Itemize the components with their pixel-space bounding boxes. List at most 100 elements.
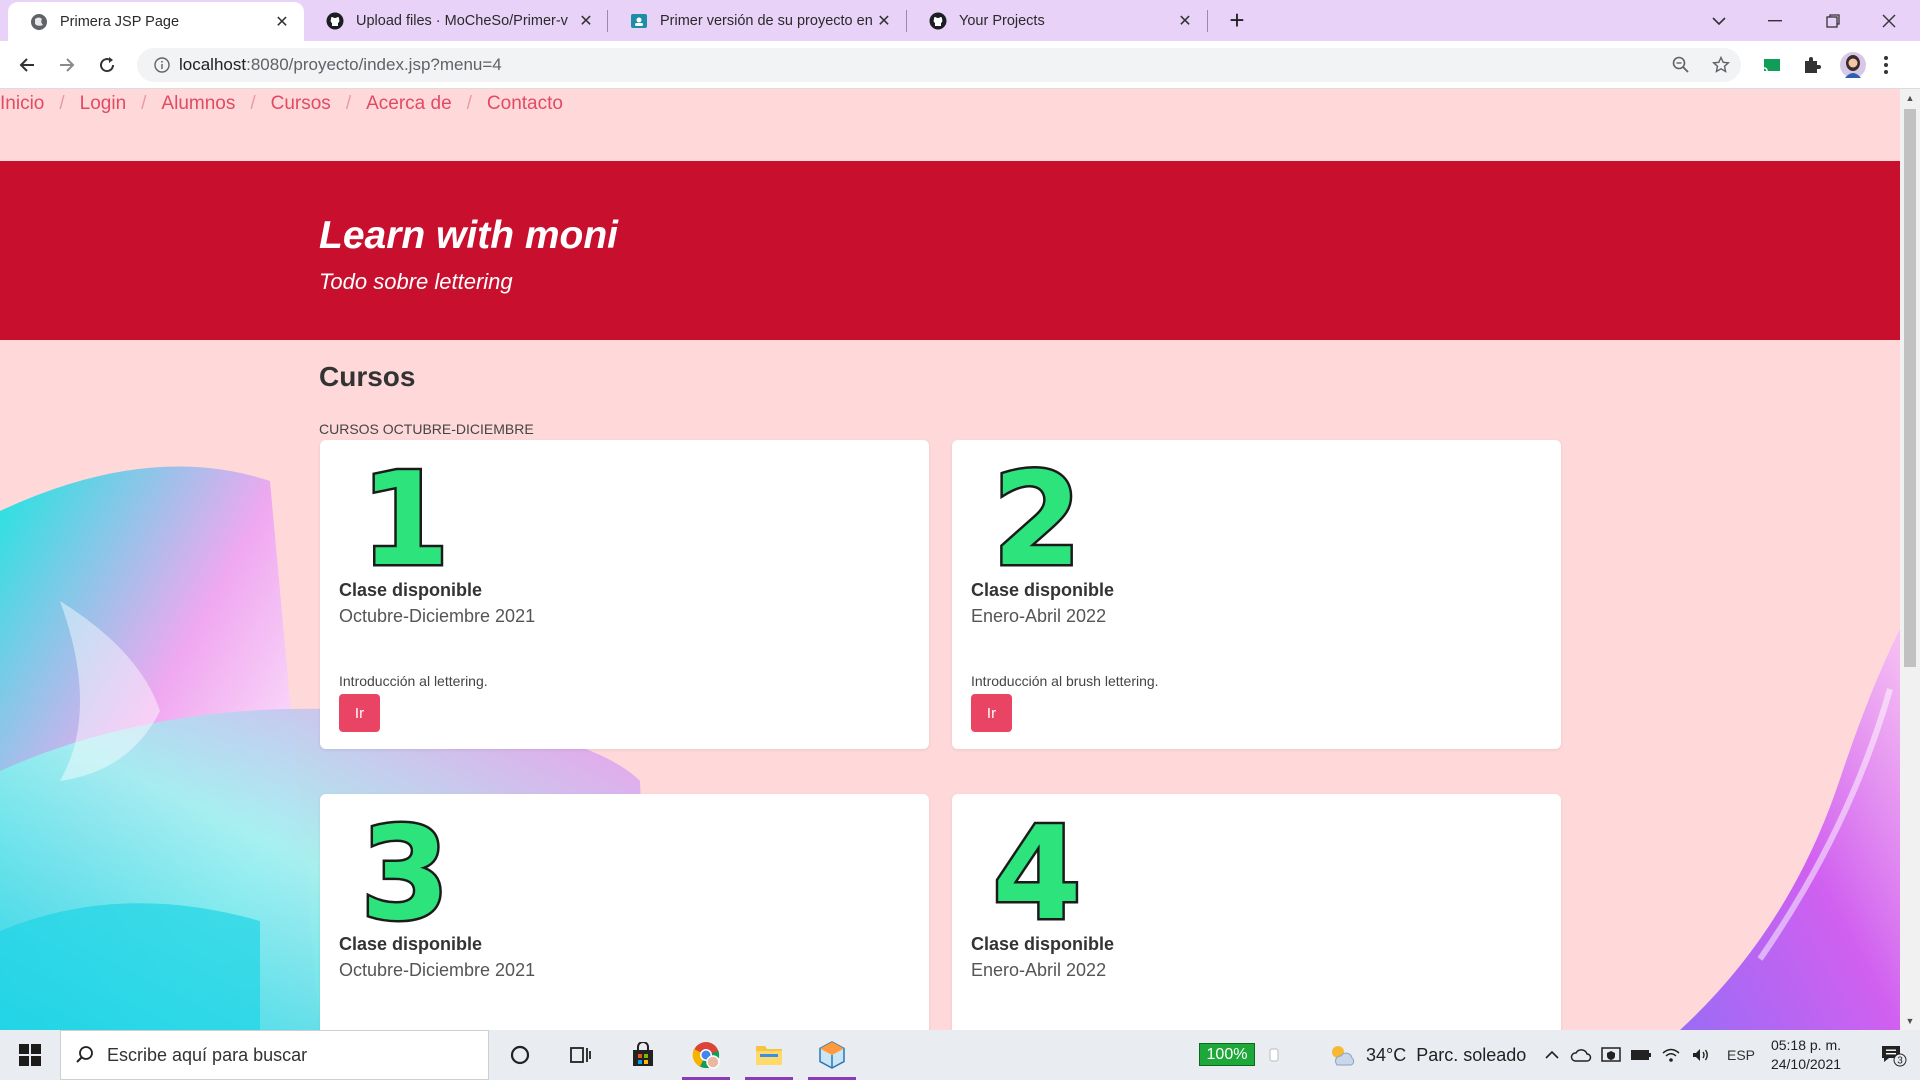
nav-link-alumnos[interactable]: Alumnos [161, 93, 235, 115]
file-explorer-icon[interactable] [741, 1030, 797, 1080]
extensions-puzzle-icon[interactable] [1795, 48, 1829, 82]
card-date: Enero-Abril 2022 [971, 960, 1107, 980]
wifi-icon[interactable] [1658, 1030, 1684, 1080]
url-text: localhost:8080/proyecto/index.jsp?menu=4 [179, 55, 502, 74]
nav-link-cursos[interactable]: Cursos [271, 93, 331, 115]
tab-search-icon[interactable] [1696, 0, 1742, 41]
card-title: Clase disponible [339, 580, 483, 600]
battery-plug-icon [1262, 1030, 1286, 1080]
browser-toolbar: localhost:8080/proyecto/index.jsp?menu=4 [0, 41, 1920, 89]
course-card: 3 Clase disponible Octubre-Diciembre 202… [320, 794, 929, 1030]
search-icon [75, 1045, 95, 1065]
course-card: 2 Clase disponible Enero-Abril 2022 Intr… [952, 440, 1561, 749]
card-title: Clase disponible [971, 580, 1115, 600]
tab-your-projects[interactable]: Your Projects ✕ [907, 0, 1207, 41]
tab-title: Upload files · MoCheSo/Primer-v [356, 12, 568, 29]
breadcrumb-separator: / [250, 93, 256, 114]
tab-primer-version[interactable]: Primer versión de su proyecto en ✕ [608, 0, 906, 41]
restore-button[interactable] [1810, 0, 1856, 41]
system-clock[interactable]: 05:18 p. m. 24/10/2021 [1766, 1036, 1846, 1074]
section-caption: CURSOS OCTUBRE-DICIEMBRE [319, 421, 534, 437]
minimize-button[interactable] [1752, 0, 1798, 41]
tab-title: Primer versión de su proyecto en [660, 12, 873, 29]
partly-sunny-icon [1328, 1043, 1356, 1067]
weather-widget[interactable]: 34°C Parc. soleado [1328, 1030, 1526, 1080]
search-placeholder: Escribe aquí para buscar [107, 1044, 308, 1065]
tab-primera-jsp[interactable]: Primera JSP Page ✕ [8, 2, 304, 41]
scrollbar-thumb[interactable] [1904, 109, 1916, 667]
input-language[interactable]: ESP [1720, 1030, 1762, 1080]
task-view-icon[interactable] [552, 1030, 608, 1080]
cast-extension-icon[interactable] [1755, 48, 1789, 82]
svg-text:3: 3 [360, 812, 449, 924]
tab-title: Your Projects [959, 12, 1045, 29]
bookmark-star-icon[interactable] [1701, 48, 1741, 82]
card-title: Clase disponible [339, 934, 483, 954]
scroll-down-arrow-icon[interactable]: ▼ [1900, 1012, 1920, 1030]
hero-subtitle: Todo sobre lettering [319, 269, 513, 294]
tab-upload-files[interactable]: Upload files · MoCheSo/Primer-v ✕ [304, 0, 608, 41]
onedrive-icon[interactable] [1568, 1030, 1594, 1080]
close-tab-icon[interactable]: ✕ [272, 12, 292, 32]
tab-separator [1207, 10, 1208, 32]
hero-title: Learn with moni [319, 214, 619, 257]
number-three-graphic: 3 [358, 812, 452, 924]
back-button[interactable] [10, 48, 44, 82]
address-bar[interactable]: localhost:8080/proyecto/index.jsp?menu=4 [137, 48, 1741, 82]
profile-avatar[interactable] [1836, 48, 1870, 82]
number-four-graphic: 4 [990, 812, 1084, 924]
page-viewport: Inicio / Login / Alumnos / Cursos / Acer… [0, 89, 1900, 1030]
notifications-icon[interactable]: 3 [1866, 1030, 1920, 1080]
go-button[interactable]: Ir [339, 694, 380, 732]
volume-icon[interactable] [1688, 1030, 1714, 1080]
github-icon [929, 12, 947, 30]
clock-date: 24/10/2021 [1770, 1056, 1842, 1072]
scroll-up-arrow-icon[interactable]: ▲ [1900, 89, 1920, 107]
number-two-graphic: 2 [990, 458, 1084, 570]
svg-text:1: 1 [360, 458, 449, 570]
weather-description: Parc. soleado [1416, 1044, 1527, 1065]
close-tab-icon[interactable]: ✕ [576, 11, 596, 31]
close-window-button[interactable] [1866, 0, 1912, 41]
go-button[interactable]: Ir [971, 694, 1012, 732]
cortana-icon[interactable] [492, 1030, 548, 1080]
forward-button[interactable] [50, 48, 84, 82]
course-card: 1 Clase disponible Octubre-Diciembre 202… [320, 440, 929, 749]
classroom-icon [630, 12, 648, 30]
zoom-icon[interactable] [1661, 48, 1701, 82]
svg-text:3: 3 [1897, 1056, 1903, 1067]
card-date: Octubre-Diciembre 2021 [339, 960, 536, 980]
clock-time: 05:18 p. m. [1770, 1037, 1842, 1053]
vertical-scrollbar[interactable]: ▲ ▼ [1900, 89, 1920, 1030]
reload-button[interactable] [90, 48, 124, 82]
taskbar-search-box[interactable]: Escribe aquí para buscar [60, 1030, 489, 1080]
tab-title: Primera JSP Page [60, 13, 180, 30]
chrome-taskbar-icon[interactable] [678, 1030, 734, 1080]
breadcrumb-separator: / [345, 93, 352, 114]
close-tab-icon[interactable]: ✕ [874, 11, 894, 31]
site-info-icon[interactable] [145, 57, 179, 73]
svg-text:4: 4 [992, 812, 1081, 924]
breadcrumb-separator: / [466, 93, 472, 114]
close-tab-icon[interactable]: ✕ [1175, 11, 1195, 31]
netbeans-icon[interactable] [804, 1030, 860, 1080]
windows-start-button[interactable] [0, 1030, 60, 1080]
show-hidden-icons-chevron-icon[interactable] [1540, 1030, 1564, 1080]
security-icon[interactable] [1598, 1030, 1624, 1080]
nav-link-acerca-de[interactable]: Acerca de [366, 93, 452, 115]
section-title: Cursos [319, 361, 416, 392]
weather-temperature: 34°C [1366, 1044, 1407, 1065]
nav-link-login[interactable]: Login [80, 93, 127, 115]
svg-text:2: 2 [992, 458, 1081, 570]
new-tab-button[interactable]: + [1222, 5, 1252, 35]
chrome-menu-icon[interactable] [1876, 48, 1896, 82]
tab-strip: Primera JSP Page ✕ Upload files · MoCheS… [0, 0, 1920, 41]
store-icon[interactable] [615, 1030, 671, 1080]
nav-link-contacto[interactable]: Contacto [487, 93, 563, 115]
globe-icon [30, 13, 48, 31]
battery-icon[interactable] [1628, 1030, 1654, 1080]
battery-indicator[interactable]: 100% [1199, 1043, 1255, 1066]
decorative-gradient-shape [1680, 629, 1900, 1030]
nav-link-inicio[interactable]: Inicio [0, 93, 44, 115]
course-card: 4 Clase disponible Enero-Abril 2022 [952, 794, 1561, 1030]
